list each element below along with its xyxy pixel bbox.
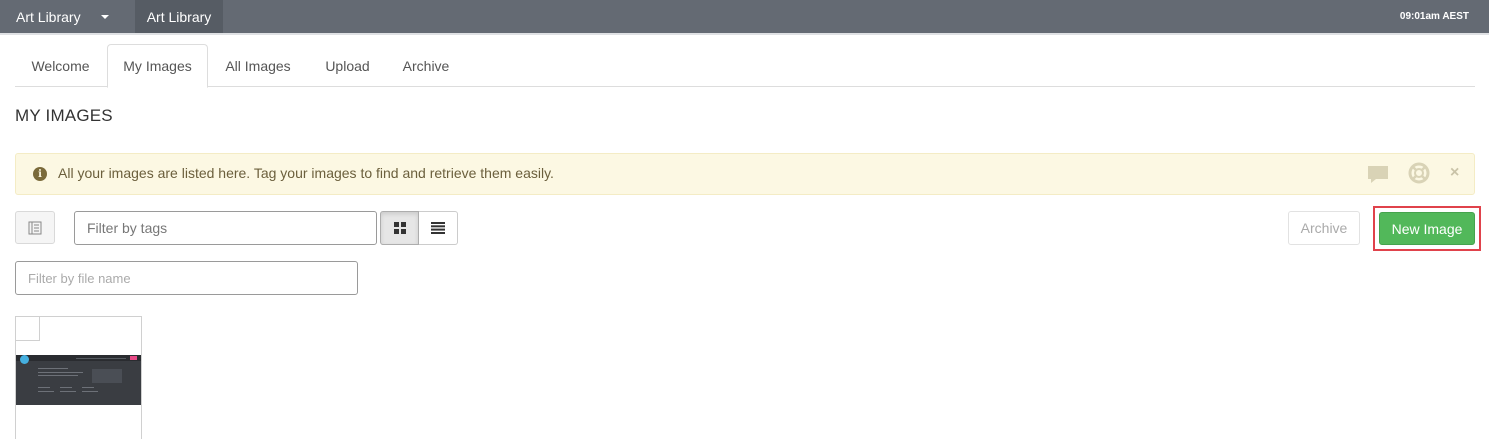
list-view-button[interactable]: [419, 211, 458, 245]
top-bar: Art Library Art Library 09:01am AEST: [0, 0, 1489, 33]
clock: 09:01am AEST: [1399, 11, 1469, 22]
alert-text: All your images are listed here. Tag you…: [58, 165, 554, 181]
help-icon[interactable]: [1408, 162, 1430, 187]
new-image-button[interactable]: New Image: [1379, 212, 1475, 245]
grid-view-button[interactable]: [380, 211, 419, 245]
chat-icon[interactable]: [1367, 165, 1389, 188]
view-mode-toggle: [380, 211, 458, 245]
close-icon[interactable]: ×: [1450, 164, 1459, 182]
tab-welcome[interactable]: Welcome: [15, 44, 106, 87]
tab-upload[interactable]: Upload: [310, 44, 385, 87]
app-menu-dropdown[interactable]: Art Library: [16, 0, 109, 33]
app-menu-label: Art Library: [16, 8, 81, 25]
caret-down-icon: [100, 14, 109, 19]
info-alert: i All your images are listed here. Tag y…: [15, 153, 1475, 195]
topbar-divider: [0, 33, 1489, 35]
info-icon: i: [33, 167, 47, 181]
file-name-filter-input[interactable]: [15, 261, 358, 295]
new-image-highlight: New Image: [1373, 206, 1481, 251]
list-panel-icon: [28, 221, 42, 234]
list-icon: [431, 222, 445, 234]
select-checkbox[interactable]: [15, 316, 40, 341]
tab-archive[interactable]: Archive: [389, 44, 463, 87]
tab-all-images[interactable]: All Images: [212, 44, 304, 87]
tab-my-images[interactable]: My Images: [107, 44, 208, 88]
breadcrumb[interactable]: Art Library: [135, 0, 223, 33]
page-title: MY IMAGES: [15, 106, 113, 125]
tag-filter-input[interactable]: [74, 211, 377, 245]
grid-icon: [393, 222, 406, 234]
archive-button[interactable]: Archive: [1288, 211, 1360, 245]
image-thumbnail[interactable]: [16, 355, 141, 405]
image-card[interactable]: [15, 316, 142, 439]
tab-bar: Welcome My Images All Images Upload Arch…: [15, 44, 1475, 88]
toggle-sidebar-button[interactable]: [15, 211, 55, 244]
